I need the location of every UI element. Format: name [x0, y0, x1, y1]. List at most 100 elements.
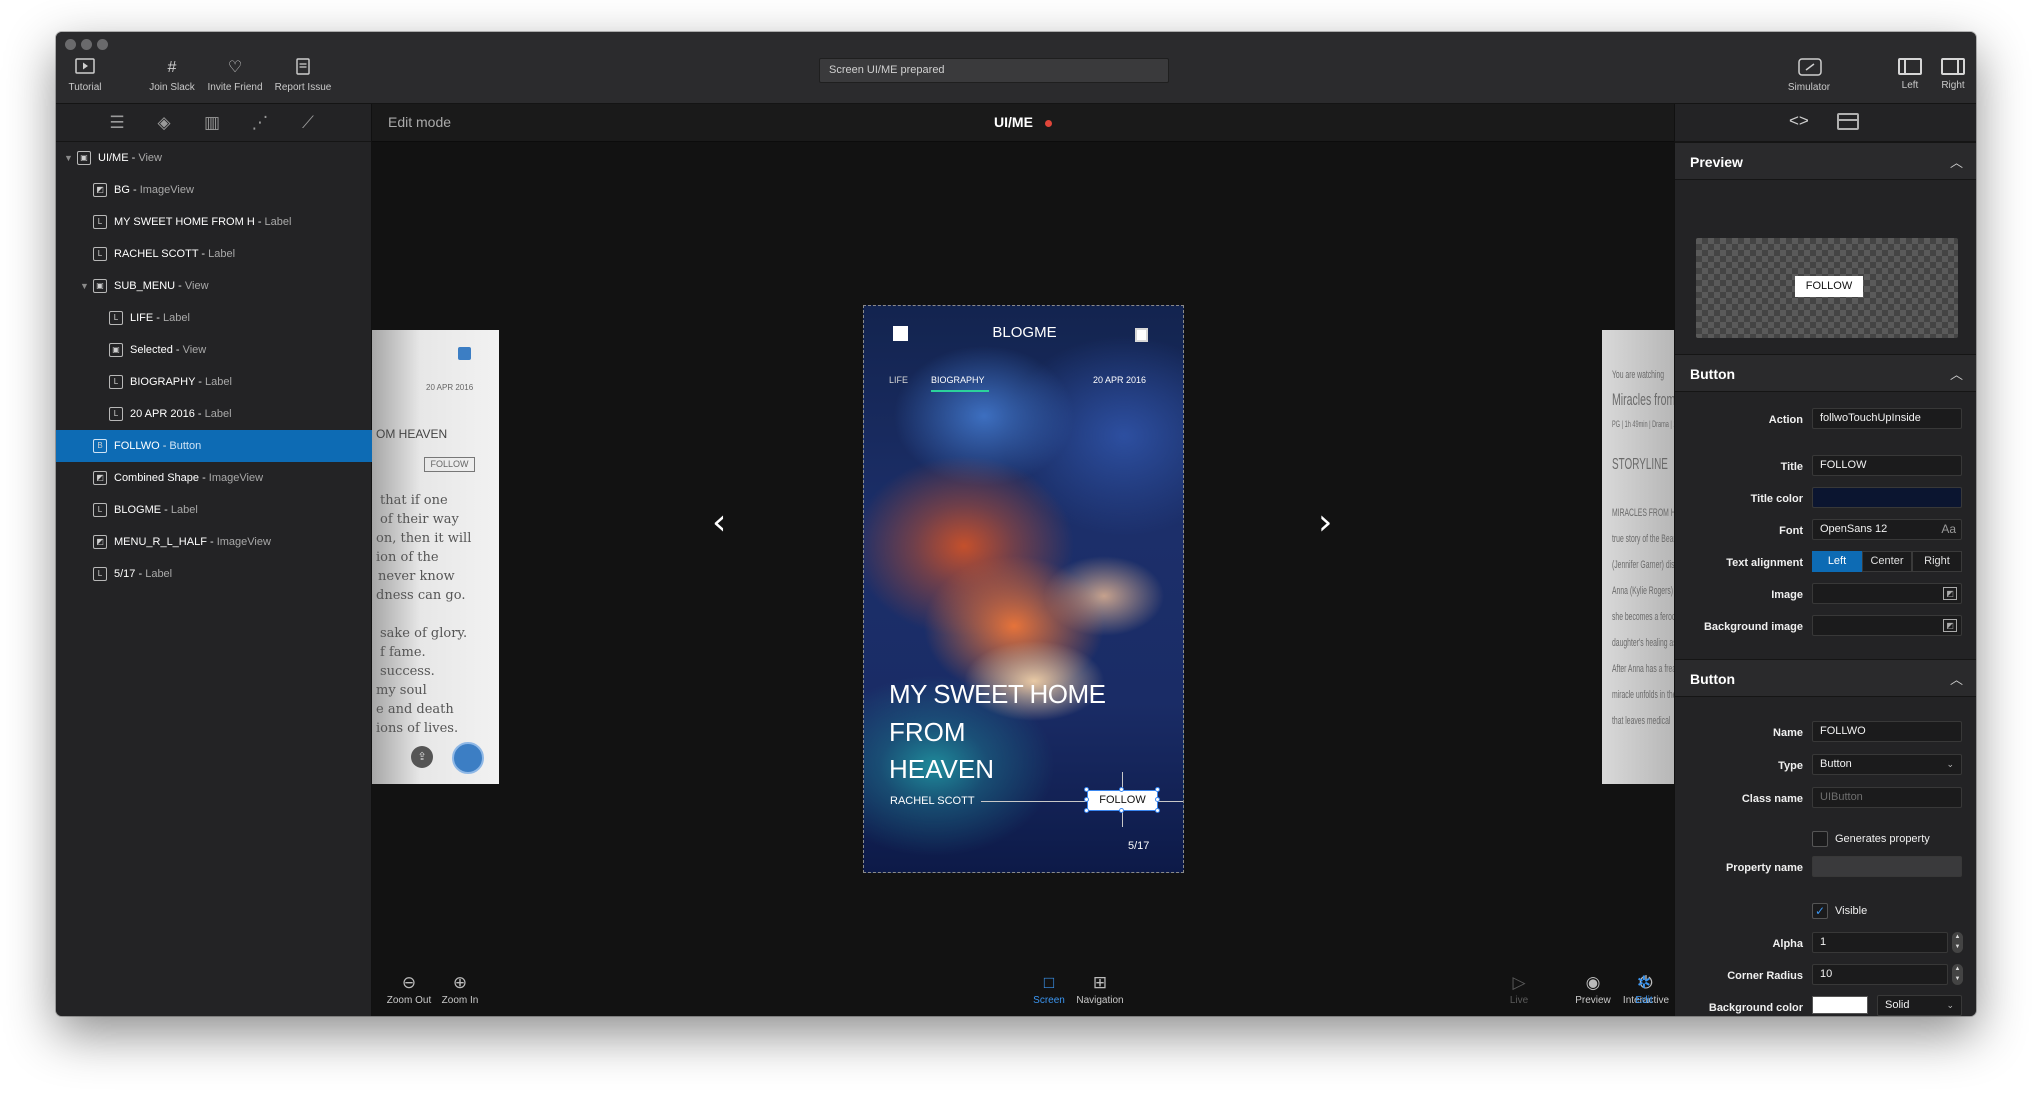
- tree-row[interactable]: ▣ Selected - View: [56, 334, 372, 366]
- generates-property-checkbox[interactable]: [1812, 831, 1828, 847]
- simulator-button[interactable]: Simulator: [1784, 58, 1834, 93]
- invite-friend-button[interactable]: ♡ Invite Friend: [204, 58, 266, 93]
- chevron-up-icon[interactable]: ︿: [1950, 669, 1963, 688]
- corner-radius-stepper[interactable]: ▲ ▼: [1952, 964, 1963, 985]
- alpha-field[interactable]: 1: [1812, 932, 1948, 953]
- previous-screen-card[interactable]: 20 APR 2016 OM HEAVEN FOLLOW that if one…: [372, 330, 499, 784]
- background-fill-select[interactable]: Solid ⌄: [1877, 995, 1962, 1016]
- screen-label: Screen: [1033, 995, 1065, 1006]
- chevron-up-icon[interactable]: ︿: [1950, 152, 1963, 171]
- resize-handle[interactable]: [1084, 797, 1089, 802]
- resize-handle[interactable]: [1084, 808, 1089, 813]
- tree-row[interactable]: L BLOGME - Label: [56, 494, 372, 526]
- tree-row[interactable]: L BIOGRAPHY - Label: [56, 366, 372, 398]
- tree-row[interactable]: L MY SWEET HOME FROM H - Label: [56, 206, 372, 238]
- edit-button[interactable]: ✲ Edit: [1628, 974, 1660, 1007]
- headline-line: FROM: [889, 717, 966, 747]
- close-window-button[interactable]: [65, 39, 76, 50]
- layout-left-label: Left: [1901, 80, 1919, 91]
- name-field[interactable]: FOLLWO: [1812, 721, 1962, 742]
- disclosure-icon[interactable]: ▼: [80, 270, 89, 302]
- button-section-header[interactable]: Button ︿: [1675, 354, 1976, 392]
- columns-icon[interactable]: ▥: [200, 113, 224, 133]
- tab-biography[interactable]: BIOGRAPHY: [931, 375, 985, 385]
- zoom-out-button[interactable]: ⊖ Zoom Out: [384, 974, 434, 1007]
- tree-row[interactable]: ◩ MENU_R_L_HALF - ImageView: [56, 526, 372, 558]
- tree-row-selected[interactable]: B FOLLWO - Button: [56, 430, 372, 462]
- button-properties-section-header[interactable]: Button ︿: [1675, 659, 1976, 697]
- layout-left-button[interactable]: Left: [1894, 58, 1926, 91]
- resize-handle[interactable]: [1155, 797, 1160, 802]
- label-icon: L: [109, 311, 123, 325]
- list-icon[interactable]: ☰: [105, 113, 129, 133]
- align-center-button[interactable]: Center: [1862, 551, 1912, 572]
- minimize-window-button[interactable]: [81, 39, 92, 50]
- tree-row[interactable]: ▼ ▣ SUB_MENU - View: [56, 270, 372, 302]
- tree-row[interactable]: ▼ ▣ UI/ME - View: [56, 142, 372, 174]
- corner-radius-field[interactable]: 10: [1812, 964, 1948, 985]
- next-screen-arrow-icon[interactable]: ›: [1318, 502, 1332, 543]
- preview-section-title: Preview: [1690, 154, 1743, 170]
- resize-handle[interactable]: [1155, 808, 1160, 813]
- chevron-up-icon[interactable]: ︿: [1950, 364, 1963, 383]
- headline-line: MY SWEET HOME: [889, 679, 1106, 709]
- tutorial-button[interactable]: Tutorial: [64, 58, 106, 93]
- title-field[interactable]: FOLLOW: [1812, 455, 1962, 476]
- preview-button[interactable]: ◉ Preview: [1573, 974, 1613, 1007]
- background-fill-value: Solid: [1885, 999, 1910, 1011]
- background-image-field[interactable]: ◩: [1812, 615, 1962, 636]
- font-field[interactable]: OpenSans 12 Aa: [1812, 519, 1962, 540]
- image-picker-icon[interactable]: ◩: [1943, 587, 1957, 600]
- property-name-field[interactable]: [1812, 856, 1962, 877]
- tree-row[interactable]: L LIFE - Label: [56, 302, 372, 334]
- tree-row[interactable]: L 20 APR 2016 - Label: [56, 398, 372, 430]
- image-field[interactable]: ◩: [1812, 583, 1962, 604]
- layers-icon[interactable]: ◈: [152, 113, 176, 133]
- live-button[interactable]: ▷ Live: [1504, 974, 1534, 1007]
- share-icon[interactable]: ⋰: [248, 113, 272, 133]
- resize-handle[interactable]: [1155, 787, 1160, 792]
- date-label: 20 APR 2016: [1093, 375, 1147, 385]
- resize-handle[interactable]: [1084, 787, 1089, 792]
- label-icon: L: [93, 247, 107, 261]
- chart-icon[interactable]: ⟋: [296, 113, 320, 133]
- bookmark-icon: [452, 742, 484, 774]
- action-field[interactable]: follwoTouchUpInside: [1812, 408, 1962, 429]
- preview-section-header[interactable]: Preview ︿: [1675, 142, 1976, 180]
- image-picker-icon[interactable]: ◩: [1943, 619, 1957, 632]
- disclosure-icon[interactable]: ▼: [64, 142, 73, 174]
- code-icon[interactable]: <>: [1789, 111, 1809, 131]
- resize-handle[interactable]: [1119, 808, 1124, 813]
- zoom-in-button[interactable]: ⊕ Zoom In: [438, 974, 482, 1007]
- tree-row-type: Label: [204, 408, 232, 420]
- report-issue-button[interactable]: Report Issue: [272, 58, 334, 93]
- tree-row[interactable]: ◩ BG - ImageView: [56, 174, 372, 206]
- zoom-window-button[interactable]: [97, 39, 108, 50]
- previous-screen-arrow-icon[interactable]: ‹: [712, 502, 726, 543]
- chevron-down-icon: ⌄: [1946, 1000, 1954, 1010]
- tree-row[interactable]: L RACHEL SCOTT - Label: [56, 238, 372, 270]
- screen-button[interactable]: □ Screen: [1029, 974, 1069, 1007]
- background-color-swatch[interactable]: [1812, 996, 1868, 1014]
- type-select[interactable]: Button ⌄: [1812, 754, 1962, 775]
- font-picker-icon[interactable]: Aa: [1941, 520, 1956, 539]
- title-color-swatch[interactable]: [1812, 487, 1962, 508]
- generates-property-label: Generates property: [1835, 833, 1930, 845]
- layout-icon[interactable]: [1837, 113, 1859, 130]
- align-right-button[interactable]: Right: [1912, 551, 1962, 572]
- phone-screen[interactable]: BLOGME LIFE BIOGRAPHY 20 APR 2016 MY SWE…: [863, 305, 1184, 873]
- layout-right-button[interactable]: Right: [1937, 58, 1969, 91]
- visible-checkbox[interactable]: ✓: [1812, 903, 1828, 919]
- join-slack-button[interactable]: # Join Slack: [146, 58, 198, 93]
- navigation-button[interactable]: ⊞ Navigation: [1070, 974, 1130, 1007]
- class-name-field[interactable]: UIButton: [1812, 787, 1962, 808]
- brand-title: BLOGME: [992, 324, 1057, 341]
- align-left-button[interactable]: Left: [1812, 551, 1862, 572]
- toolbar: Tutorial # Join Slack ♡ Invite Friend Re…: [56, 32, 1976, 104]
- resize-handle[interactable]: [1119, 787, 1124, 792]
- alpha-stepper[interactable]: ▲ ▼: [1952, 932, 1963, 953]
- tab-life[interactable]: LIFE: [889, 375, 908, 385]
- tree-row[interactable]: L 5/17 - Label: [56, 558, 372, 590]
- tree-row[interactable]: ◩ Combined Shape - ImageView: [56, 462, 372, 494]
- card-text-line: on, then it will: [376, 531, 472, 546]
